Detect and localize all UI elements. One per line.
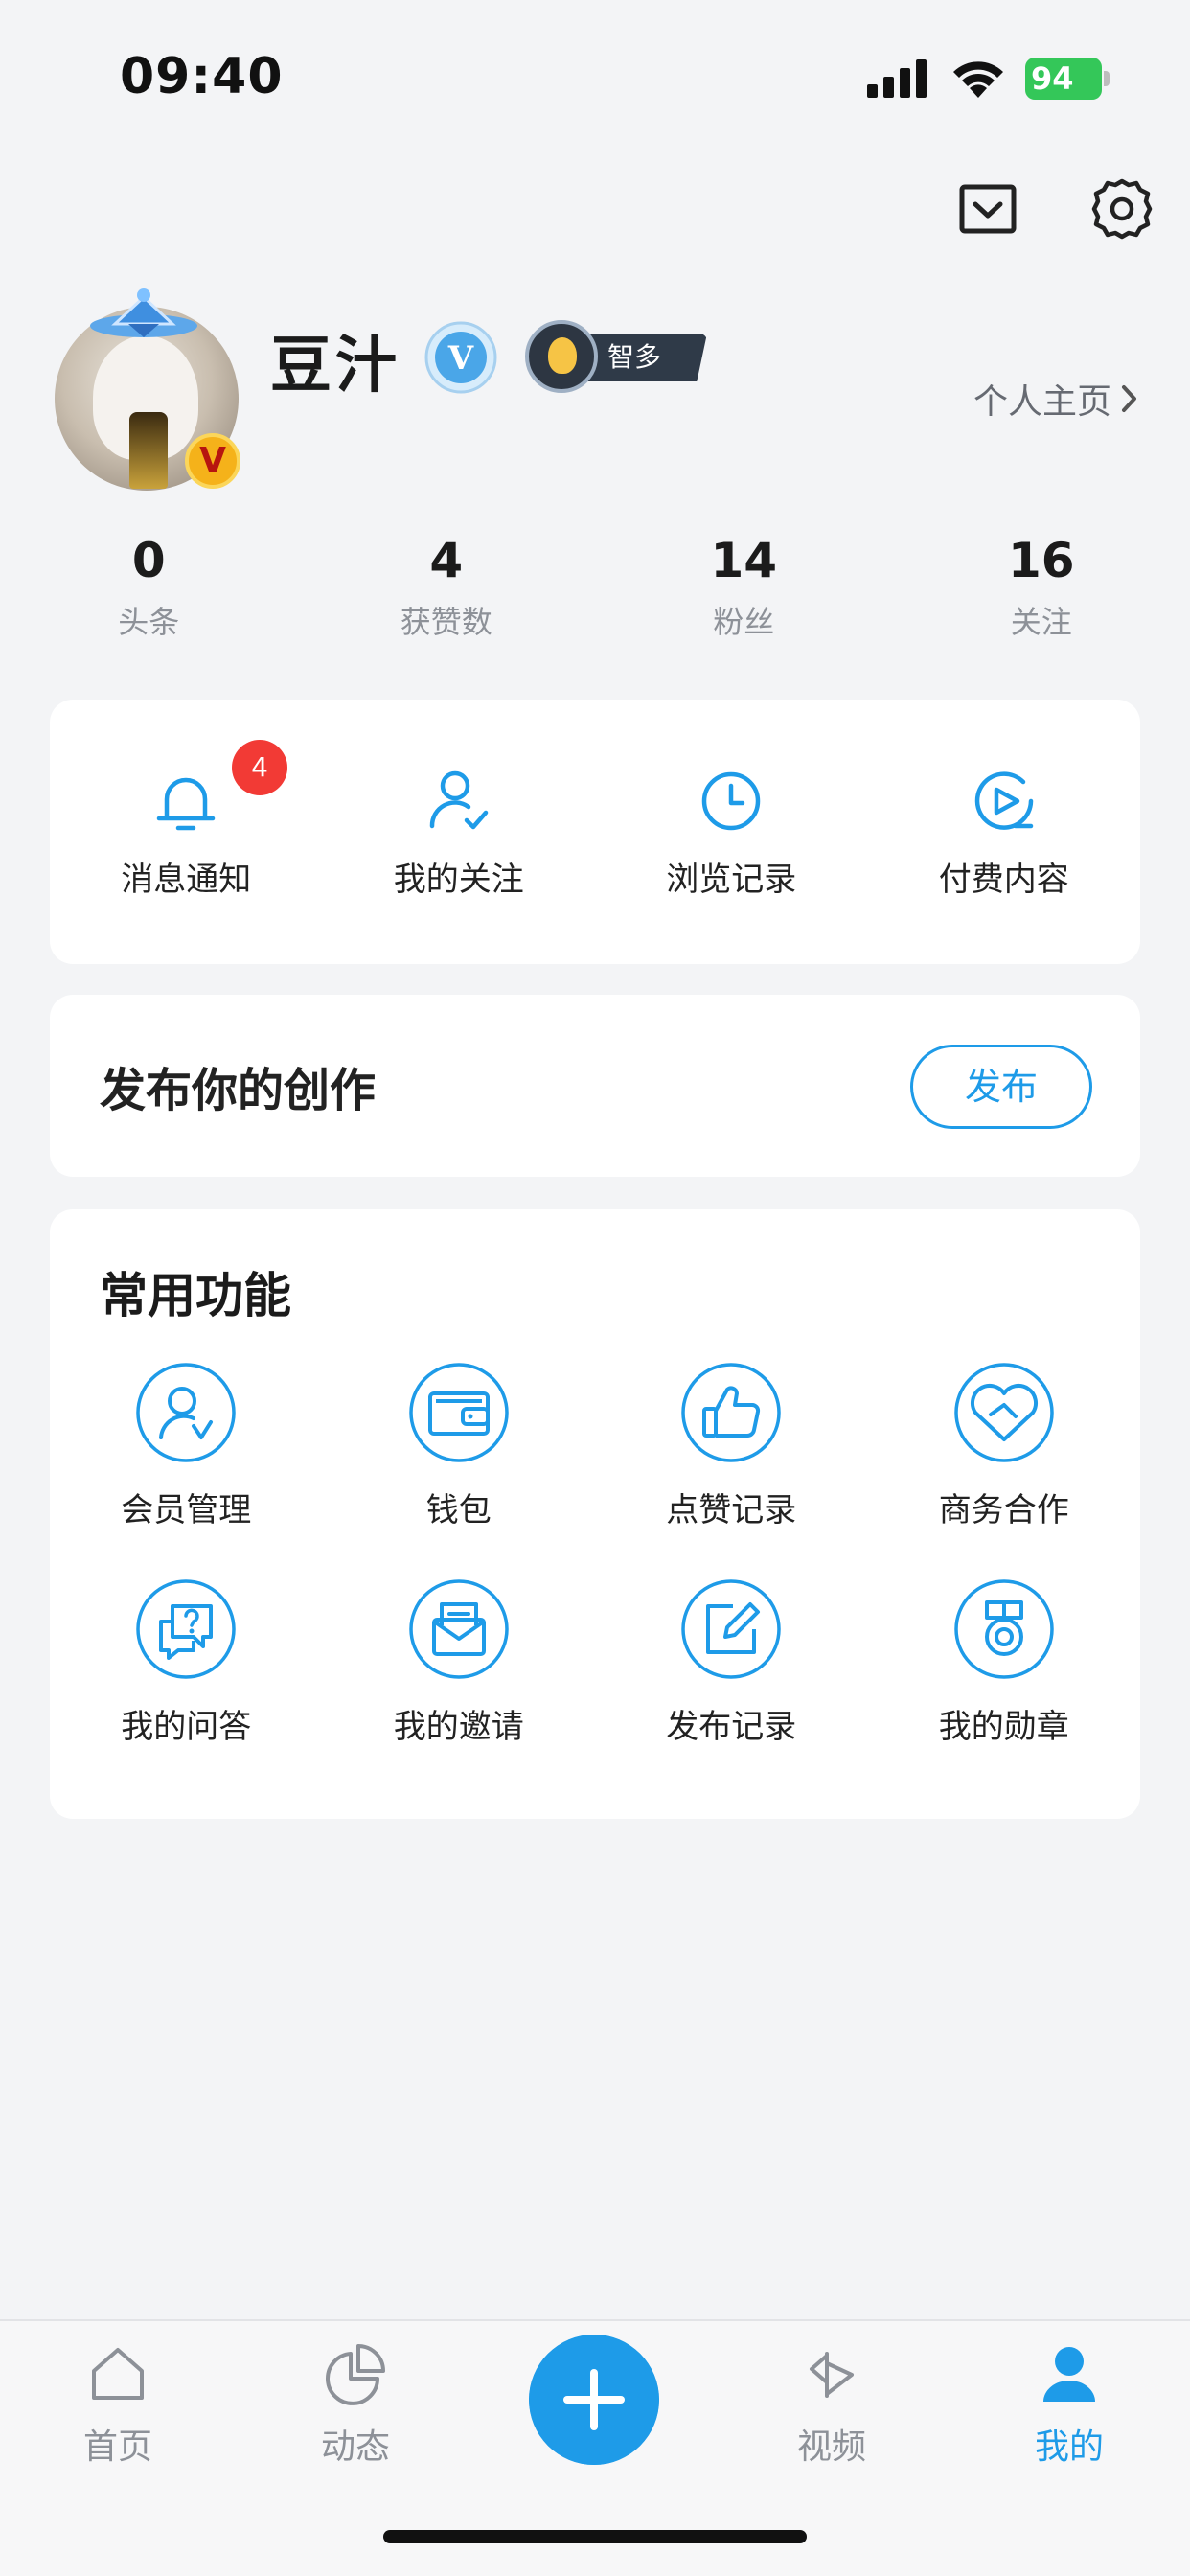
battery-cap bbox=[1104, 71, 1110, 86]
tab-video[interactable]: 视频 bbox=[755, 2340, 908, 2469]
medal-icon bbox=[954, 1579, 1054, 1679]
svg-text:V: V bbox=[447, 339, 474, 378]
chevron-right-icon bbox=[1122, 385, 1136, 412]
tab-label: 动态 bbox=[320, 2427, 390, 2467]
invite-mail-icon bbox=[409, 1579, 509, 1679]
quick-action-paid-content[interactable]: 付费内容 bbox=[868, 765, 1141, 900]
function-wallet[interactable]: 钱包 bbox=[323, 1361, 596, 1577]
quick-action-label: 付费内容 bbox=[938, 861, 1069, 899]
stat-likes[interactable]: 4 获赞数 bbox=[298, 533, 596, 642]
tab-label: 首页 bbox=[82, 2427, 152, 2467]
member-icon bbox=[136, 1363, 236, 1462]
tab-label: 我的 bbox=[1034, 2427, 1104, 2467]
thumbs-up-icon bbox=[681, 1363, 781, 1462]
status-time: 09:40 bbox=[120, 48, 284, 105]
quick-action-following[interactable]: 我的关注 bbox=[323, 765, 596, 900]
status-bar: 09:40 94 bbox=[0, 0, 1190, 144]
qa-icon bbox=[136, 1579, 236, 1679]
level-title: 智多星 bbox=[579, 334, 707, 381]
stat-headlines[interactable]: 0 头条 bbox=[0, 533, 298, 642]
function-my-medals[interactable]: 我的勋章 bbox=[868, 1577, 1141, 1794]
play-circle-icon bbox=[974, 771, 1033, 830]
home-indicator[interactable] bbox=[383, 2530, 807, 2543]
function-like-history[interactable]: 点赞记录 bbox=[595, 1361, 868, 1577]
function-label: 我的勋章 bbox=[938, 1708, 1069, 1746]
stat-fans[interactable]: 14 粉丝 bbox=[595, 533, 893, 642]
wallet-icon bbox=[409, 1363, 509, 1462]
tab-label: 视频 bbox=[796, 2427, 866, 2467]
clock-icon bbox=[702, 771, 761, 831]
stat-value: 4 bbox=[429, 533, 464, 588]
quick-action-label: 浏览记录 bbox=[666, 861, 797, 899]
stat-label: 头条 bbox=[118, 604, 180, 640]
common-functions-card: 常用功能 会员管理 钱包 点赞记录 商务合作 我的问答 我的邀请 发布记录 我的… bbox=[50, 1209, 1140, 1819]
level-badge[interactable]: 智多星 bbox=[525, 320, 707, 393]
function-label: 会员管理 bbox=[121, 1491, 252, 1530]
stat-label: 关注 bbox=[1010, 604, 1072, 640]
publish-prompt: 发布你的创作 bbox=[100, 1064, 377, 1117]
quick-action-notifications[interactable]: 4 消息通知 bbox=[50, 740, 323, 900]
quick-action-label: 我的关注 bbox=[393, 861, 524, 899]
user-check-icon bbox=[429, 770, 488, 830]
pie-icon bbox=[326, 2344, 385, 2405]
battery-indicator: 94 bbox=[1025, 58, 1111, 100]
bell-icon bbox=[157, 777, 216, 831]
add-post-button[interactable] bbox=[529, 2334, 659, 2465]
wifi-icon bbox=[953, 61, 1003, 98]
stats-row: 0 头条 4 获赞数 14 粉丝 16 关注 bbox=[0, 533, 1190, 642]
inbox-button[interactable] bbox=[956, 177, 1019, 241]
vip-badge: V bbox=[185, 433, 240, 489]
function-label: 发布记录 bbox=[666, 1708, 797, 1746]
publish-button[interactable]: 发布 bbox=[910, 1045, 1092, 1129]
function-label: 我的邀请 bbox=[393, 1708, 524, 1746]
homepage-link-label: 个人主页 bbox=[973, 382, 1111, 422]
tab-me[interactable]: 我的 bbox=[993, 2340, 1146, 2469]
stat-label: 粉丝 bbox=[713, 604, 775, 640]
profile-page: 09:40 94 V 豆汁 V 智多星 个人主页 0 头条 4 获赞数 14 粉… bbox=[0, 0, 1190, 2576]
function-member-management[interactable]: 会员管理 bbox=[50, 1361, 323, 1577]
person-icon bbox=[1043, 2347, 1095, 2402]
function-my-invitations[interactable]: 我的邀请 bbox=[323, 1577, 596, 1794]
publish-card: 发布你的创作 发布 bbox=[50, 995, 1140, 1177]
quick-action-label: 消息通知 bbox=[121, 861, 252, 899]
stat-following[interactable]: 16 关注 bbox=[893, 533, 1190, 642]
quick-action-history[interactable]: 浏览记录 bbox=[595, 765, 868, 900]
battery-level: 94 bbox=[1025, 58, 1102, 100]
tab-updates[interactable]: 动态 bbox=[279, 2340, 432, 2469]
stat-value: 16 bbox=[1007, 533, 1075, 588]
function-label: 点赞记录 bbox=[666, 1491, 797, 1530]
verified-v-icon[interactable]: V bbox=[423, 320, 498, 395]
edit-icon bbox=[681, 1579, 781, 1679]
home-icon bbox=[92, 2348, 144, 2400]
stat-value: 0 bbox=[131, 533, 166, 588]
handshake-heart-icon bbox=[954, 1363, 1054, 1462]
crown-icon bbox=[90, 288, 197, 337]
function-my-qa[interactable]: 我的问答 bbox=[50, 1577, 323, 1794]
quick-actions-card: 4 消息通知 我的关注 浏览记录 付费内容 bbox=[50, 700, 1140, 964]
level-medal-icon bbox=[525, 320, 598, 393]
notification-count-badge: 4 bbox=[232, 740, 287, 795]
signal-icon bbox=[867, 59, 927, 98]
settings-gear-icon[interactable] bbox=[1090, 177, 1154, 241]
avatar[interactable]: V bbox=[53, 288, 244, 498]
avatar-bottle-shape bbox=[129, 412, 168, 489]
video-icon bbox=[810, 2352, 854, 2398]
function-label: 钱包 bbox=[425, 1491, 492, 1530]
personal-homepage-link[interactable]: 个人主页 bbox=[973, 374, 1140, 424]
tab-home[interactable]: 首页 bbox=[41, 2340, 195, 2469]
stat-label: 获赞数 bbox=[400, 604, 492, 640]
stat-value: 14 bbox=[710, 533, 778, 588]
function-business-cooperation[interactable]: 商务合作 bbox=[868, 1361, 1141, 1577]
function-label: 我的问答 bbox=[121, 1708, 252, 1746]
section-title: 常用功能 bbox=[100, 1268, 291, 1323]
function-publish-history[interactable]: 发布记录 bbox=[595, 1577, 868, 1794]
function-label: 商务合作 bbox=[938, 1491, 1069, 1530]
username: 豆汁 bbox=[270, 331, 400, 402]
